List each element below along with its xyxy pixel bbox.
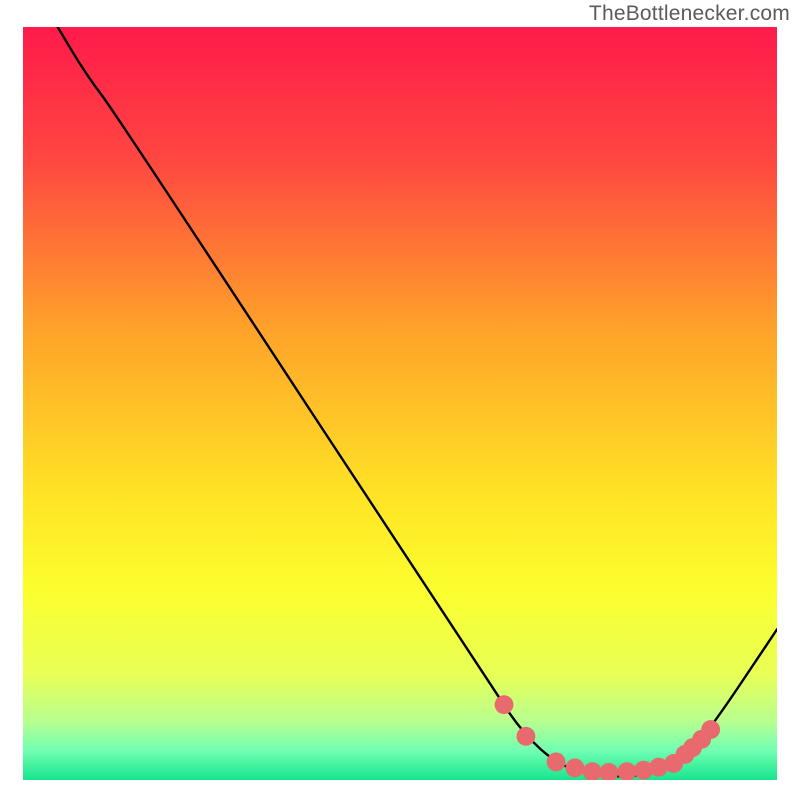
data-point-marker bbox=[566, 759, 585, 778]
plot-area bbox=[23, 27, 777, 780]
chart-svg bbox=[23, 27, 777, 780]
data-point-marker bbox=[495, 695, 514, 714]
data-point-marker bbox=[516, 727, 535, 746]
gradient-rect bbox=[23, 27, 777, 780]
data-point-marker bbox=[547, 753, 566, 772]
data-point-marker bbox=[701, 720, 720, 739]
attribution-label: TheBottlenecker.com bbox=[589, 2, 790, 26]
chart-container: TheBottlenecker.com bbox=[0, 0, 800, 800]
